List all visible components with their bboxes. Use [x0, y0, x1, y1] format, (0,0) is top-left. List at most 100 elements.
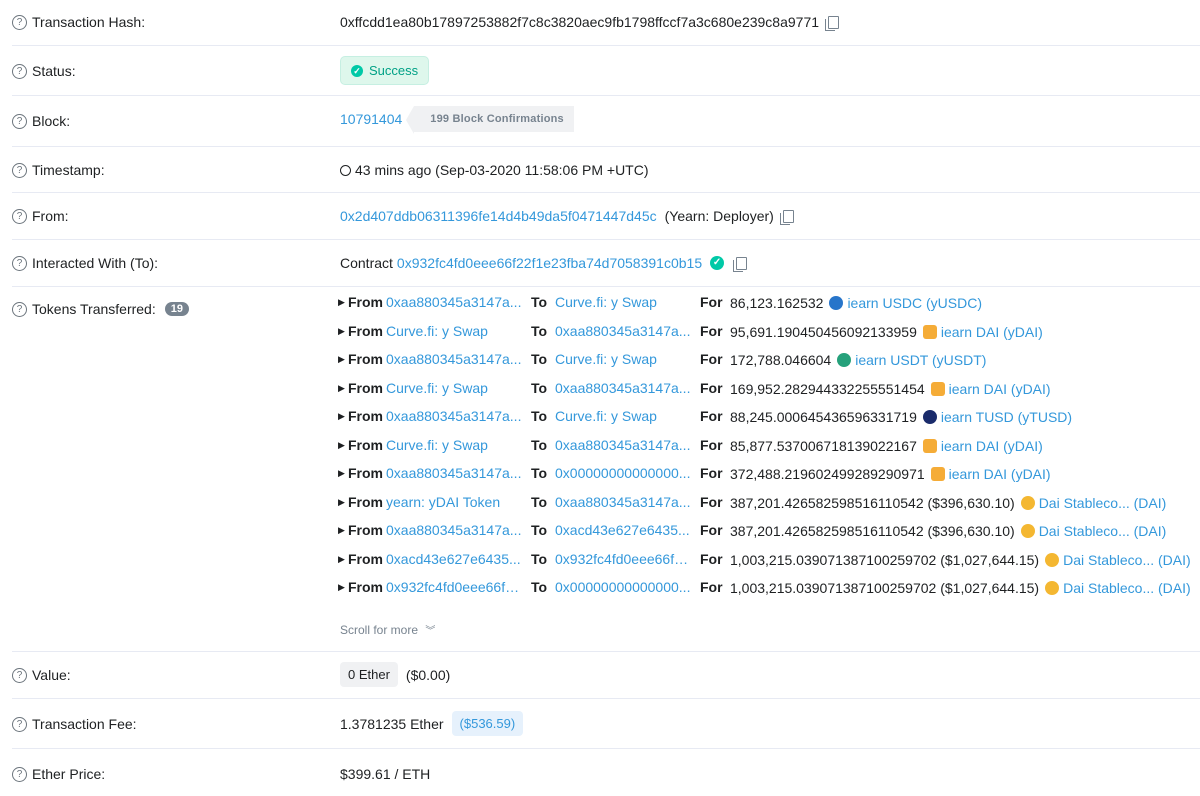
- transfer-amount-group: 169,952.282944332255551454 iearn DAI (yDA…: [730, 380, 1051, 397]
- caret-right-icon: ▶: [338, 382, 345, 393]
- transaction-fee-label: ? Transaction Fee:: [12, 716, 137, 732]
- ether-price-text: $399.61 / ETH: [340, 766, 431, 782]
- token-link[interactable]: Dai Stableco... (DAI): [1063, 552, 1191, 568]
- verified-check-icon: ✓: [710, 256, 725, 270]
- transfer-from-link[interactable]: 0xaa880345a3147a...: [386, 522, 522, 538]
- from-keyword: From: [348, 322, 383, 339]
- transfer-from-link[interactable]: 0xaa880345a3147a...: [386, 294, 522, 310]
- help-icon[interactable]: ?: [12, 716, 27, 732]
- scroll-for-more[interactable]: Scroll for more ︾: [340, 622, 435, 637]
- transfer-amount: 86,123.162532: [730, 295, 824, 311]
- for-keyword: For: [700, 294, 723, 310]
- transfer-to-link[interactable]: Curve.fi: y Swap: [555, 408, 693, 424]
- help-icon[interactable]: ?: [12, 766, 27, 782]
- from-keyword: From: [348, 408, 383, 424]
- to-keyword: To: [531, 550, 548, 567]
- to-keyword: To: [531, 322, 548, 339]
- fee-usd-pill: ($536.59): [451, 711, 524, 736]
- for-keyword: For: [700, 322, 723, 339]
- token-link[interactable]: iearn DAI (yDAI): [949, 381, 1051, 397]
- transfer-from-link[interactable]: 0xaa880345a3147a...: [386, 465, 522, 481]
- token-transfer-row: ▶ From Curve.fi: y Swap To 0xaa880345a3147a.…: [338, 380, 1200, 402]
- help-icon[interactable]: ?: [12, 14, 27, 30]
- token-link[interactable]: Dai Stableco... (DAI): [1063, 580, 1191, 596]
- transfer-to-link[interactable]: 0x00000000000000...: [555, 465, 693, 481]
- caret-right-icon: ▶: [338, 496, 345, 507]
- caret-right-icon: ▶: [338, 582, 345, 592]
- transfer-amount: 85,877.537006718139022167: [730, 437, 917, 454]
- token-link[interactable]: iearn USDC (yUSDC): [847, 295, 982, 311]
- transfer-to-link[interactable]: 0xaa880345a3147a...: [555, 323, 693, 339]
- block-number-link[interactable]: 10791404: [340, 111, 402, 127]
- transfer-from-link[interactable]: 0xaa880345a3147a...: [386, 351, 522, 367]
- caret-right-icon: ▶: [338, 325, 345, 336]
- token-link[interactable]: Dai Stableco... (DAI): [1039, 495, 1167, 511]
- copy-icon[interactable]: [825, 15, 840, 31]
- token-transfer-row: ▶ From 0x932fc4fd0eee66f2... To 0x0000000000…: [338, 579, 1200, 601]
- transfer-amount: 169,952.282944332255551454: [730, 380, 925, 397]
- transfer-from-link[interactable]: Curve.fi: y Swap: [386, 437, 522, 453]
- transfer-to-link[interactable]: 0x932fc4fd0eee66f2...: [555, 551, 693, 567]
- for-keyword: For: [700, 579, 723, 595]
- token-link[interactable]: iearn DAI (yDAI): [941, 438, 1043, 454]
- token-transfer-row: ▶ From 0xacd43e627e6435... To 0x932fc4fd0eee…: [338, 551, 1200, 573]
- transfer-to-link[interactable]: 0xaa880345a3147a...: [555, 437, 693, 453]
- for-keyword: For: [700, 522, 723, 538]
- fee-ether: 1.3781235 Ether: [340, 715, 444, 732]
- status-badge: ✓ Success: [340, 56, 430, 85]
- token-transfers-list[interactable]: ▶ From 0xaa880345a3147a... To Curve.fi: y Sw…: [338, 287, 1200, 609]
- value-label: ? Value:: [12, 667, 71, 683]
- transfer-to-link[interactable]: 0xaa880345a3147a...: [555, 494, 693, 510]
- divider: [12, 748, 1200, 749]
- help-icon[interactable]: ?: [12, 63, 27, 79]
- transfer-to-link[interactable]: 0xaa880345a3147a...: [555, 380, 693, 396]
- token-link[interactable]: Dai Stableco... (DAI): [1039, 523, 1167, 539]
- for-keyword: For: [700, 408, 723, 424]
- transfer-from-link[interactable]: 0x932fc4fd0eee66f2...: [386, 579, 522, 595]
- transfer-amount-group: 1,003,215.039071387100259702 ($1,027,644…: [730, 579, 1191, 596]
- help-icon[interactable]: ?: [12, 208, 27, 224]
- help-icon[interactable]: ?: [12, 667, 27, 683]
- transfer-amount: 95,691.190450456092133959: [730, 323, 917, 340]
- transfer-from-link[interactable]: Curve.fi: y Swap: [386, 323, 522, 339]
- transfer-from-link[interactable]: 0xacd43e627e6435...: [386, 551, 522, 567]
- from-label: ? From:: [12, 208, 69, 224]
- help-icon[interactable]: ?: [12, 113, 27, 129]
- token-link[interactable]: iearn DAI (yDAI): [949, 466, 1051, 482]
- transfer-to-link[interactable]: 0xacd43e627e6435...: [555, 522, 693, 538]
- copy-icon[interactable]: [733, 256, 748, 272]
- dai-stablecoin-icon: [1045, 552, 1060, 567]
- transfer-from-link[interactable]: 0xaa880345a3147a...: [386, 408, 522, 424]
- transfer-to-link[interactable]: Curve.fi: y Swap: [555, 351, 693, 367]
- status-value: ✓ Success: [340, 56, 430, 85]
- transfer-to-link[interactable]: Curve.fi: y Swap: [555, 294, 693, 310]
- for-keyword: For: [700, 379, 723, 396]
- divider: [12, 45, 1200, 46]
- transfer-from-link[interactable]: yearn: yDAI Token: [386, 494, 522, 510]
- interacted-with-label: ? Interacted With (To):: [12, 255, 158, 271]
- token-link[interactable]: iearn DAI (yDAI): [941, 324, 1043, 340]
- transfer-amount-group: 95,691.190450456092133959 iearn DAI (yDAI…: [730, 323, 1043, 340]
- token-link[interactable]: iearn TUSD (yTUSD): [941, 409, 1072, 425]
- from-keyword: From: [348, 436, 383, 453]
- help-icon[interactable]: ?: [12, 301, 27, 317]
- from-keyword: From: [348, 493, 383, 510]
- transfer-amount: 172,788.046604: [730, 352, 832, 368]
- transfer-amount: 1,003,215.039071387100259702 ($1,027,644…: [730, 580, 1040, 596]
- block-confirmations-badge: 199 Block Confirmations: [406, 106, 574, 134]
- to-keyword: To: [531, 436, 548, 453]
- help-icon[interactable]: ?: [12, 255, 27, 271]
- from-keyword: From: [348, 522, 383, 538]
- from-name-tag: (Yearn: Deployer): [664, 208, 774, 224]
- token-link[interactable]: iearn USDT (yUSDT): [855, 352, 986, 368]
- from-address-link[interactable]: 0x2d407ddb06311396fe14d4b49da5f0471447d4…: [340, 208, 657, 224]
- caret-right-icon: ▶: [338, 525, 345, 535]
- token-transfer-row: ▶ From 0xaa880345a3147a... To Curve.fi: y Sw…: [338, 408, 1200, 430]
- copy-icon[interactable]: [779, 209, 794, 225]
- transfer-from-link[interactable]: Curve.fi: y Swap: [386, 380, 522, 396]
- transfer-to-link[interactable]: 0x00000000000000...: [555, 579, 693, 595]
- help-icon[interactable]: ?: [12, 162, 27, 178]
- contract-address-link[interactable]: 0x932fc4fd0eee66f22f1e23fba74d7058391c0b…: [397, 255, 702, 271]
- transaction-fee-value: 1.3781235 Ether ($536.59): [340, 711, 524, 736]
- to-keyword: To: [531, 579, 548, 595]
